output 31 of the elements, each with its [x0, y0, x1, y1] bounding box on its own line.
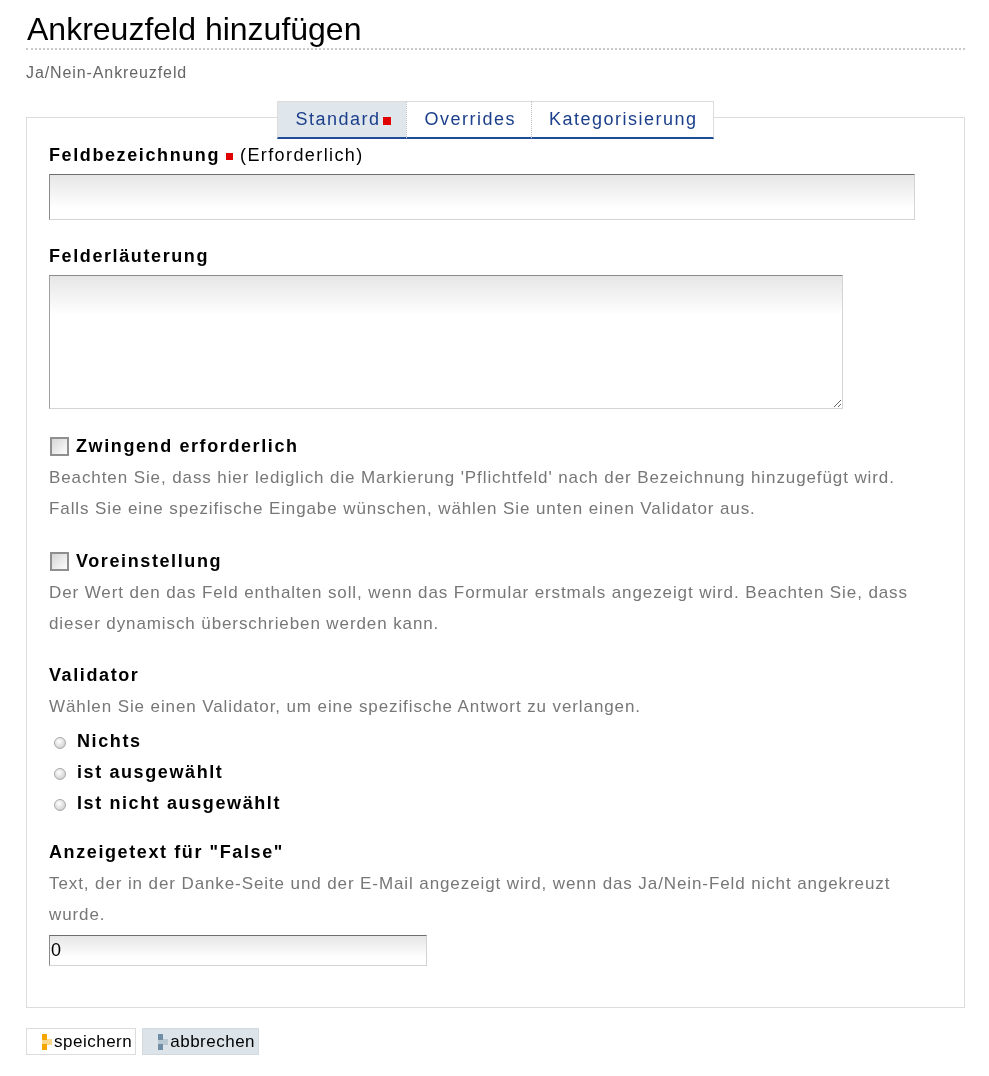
field-label: Feldbezeichnung	[49, 144, 220, 166]
tab[interactable]: Kategorisierung	[531, 101, 714, 139]
text-area[interactable]	[49, 275, 843, 409]
radio-button[interactable]	[54, 799, 66, 811]
required-note: (Erforderlich)	[240, 144, 364, 166]
pixel-arrow-icon	[42, 1033, 52, 1050]
radio-label: Nichts	[77, 731, 142, 752]
checkbox[interactable]	[50, 436, 69, 456]
text-input[interactable]: 0	[49, 935, 427, 966]
help-text: Beachten Sie, dass hier lediglich die Markierung 'Pflichtfeld' nach der Bezeichnung hinzugefügt wird. Falls Sie eine spezifische Eingabe wünschen, wählen Sie unten einen Validator aus.	[49, 467, 896, 520]
radio-button[interactable]	[54, 737, 66, 749]
tab[interactable]: Overrides	[406, 101, 531, 139]
checkbox-label: Zwingend erforderlich	[76, 435, 299, 457]
help-text: Wählen Sie einen Validator, um eine spezifische Antwort zu verlangen.	[49, 696, 641, 718]
cancel-button[interactable]: abbrechen	[142, 1028, 260, 1055]
tab[interactable]: Standard	[277, 101, 407, 139]
help-text: Der Wert den das Feld enthalten soll, wenn das Formular erstmals angezeigt wird. Beachten Sie, dass dieser dynamisch überschrieben werden kann.	[49, 582, 909, 635]
pixel-arrow-icon	[158, 1033, 169, 1050]
help-text: Text, der in der Danke-Seite und der E-Mail angezeigt wird, wenn das Ja/Nein-Feld nicht angekreuzt wurde.	[49, 873, 892, 926]
radio-label: Ist nicht ausgewählt	[77, 793, 282, 814]
page-title: Ankreuzfeld hinzufügen	[26, 10, 362, 48]
save-button[interactable]: speichern	[26, 1028, 137, 1055]
radio-label: ist ausgewählt	[77, 762, 224, 783]
field-label: Anzeigetext für "False"	[49, 841, 284, 863]
checkbox-label: Voreinstellung	[76, 550, 223, 572]
text-input[interactable]	[49, 174, 915, 220]
field-label: Felderläuterung	[49, 245, 210, 267]
checkbox[interactable]	[50, 551, 69, 571]
page-subtitle: Ja/Nein-Ankreuzfeld	[26, 63, 188, 83]
field-label: Validator	[49, 664, 140, 686]
radio-button[interactable]	[54, 768, 66, 780]
